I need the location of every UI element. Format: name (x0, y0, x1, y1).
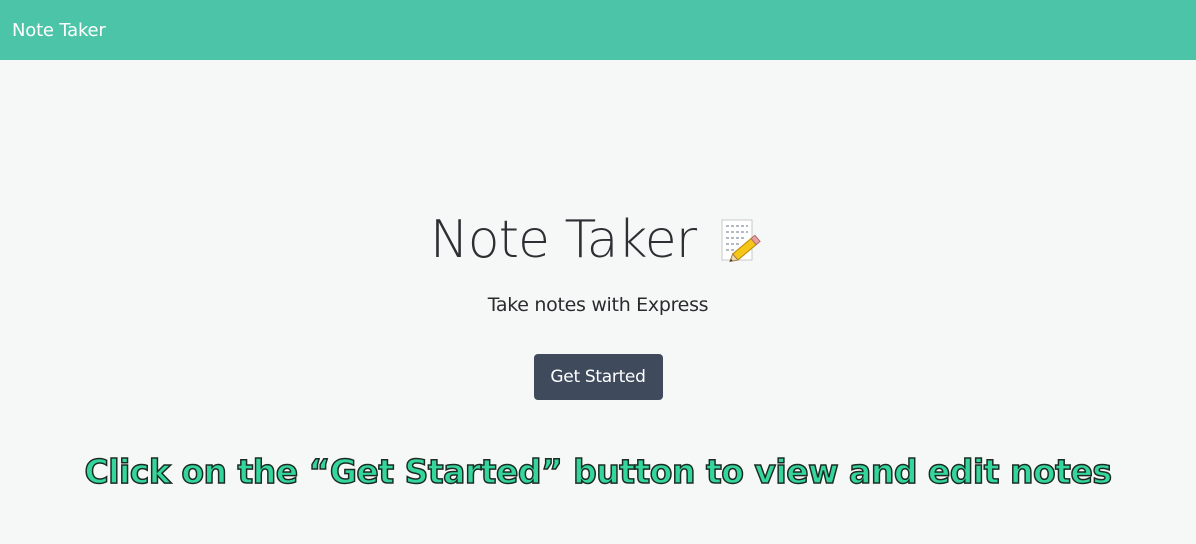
hero-subtitle: Take notes with Express (487, 294, 709, 316)
page-title: Note Taker (429, 210, 697, 270)
hero-section: Note Taker Take notes with Express Get S… (0, 60, 1196, 544)
get-started-button[interactable]: Get Started (533, 354, 663, 400)
instruction-caption: Click on the “Get Started” button to vie… (84, 451, 1113, 492)
hero-title-row: Note Taker (0, 208, 1196, 272)
navbar-brand[interactable]: Note Taker (12, 20, 106, 41)
memo-pencil-icon (718, 218, 766, 266)
navbar: Note Taker (0, 0, 1196, 60)
button-row: Get Started (0, 354, 1196, 400)
